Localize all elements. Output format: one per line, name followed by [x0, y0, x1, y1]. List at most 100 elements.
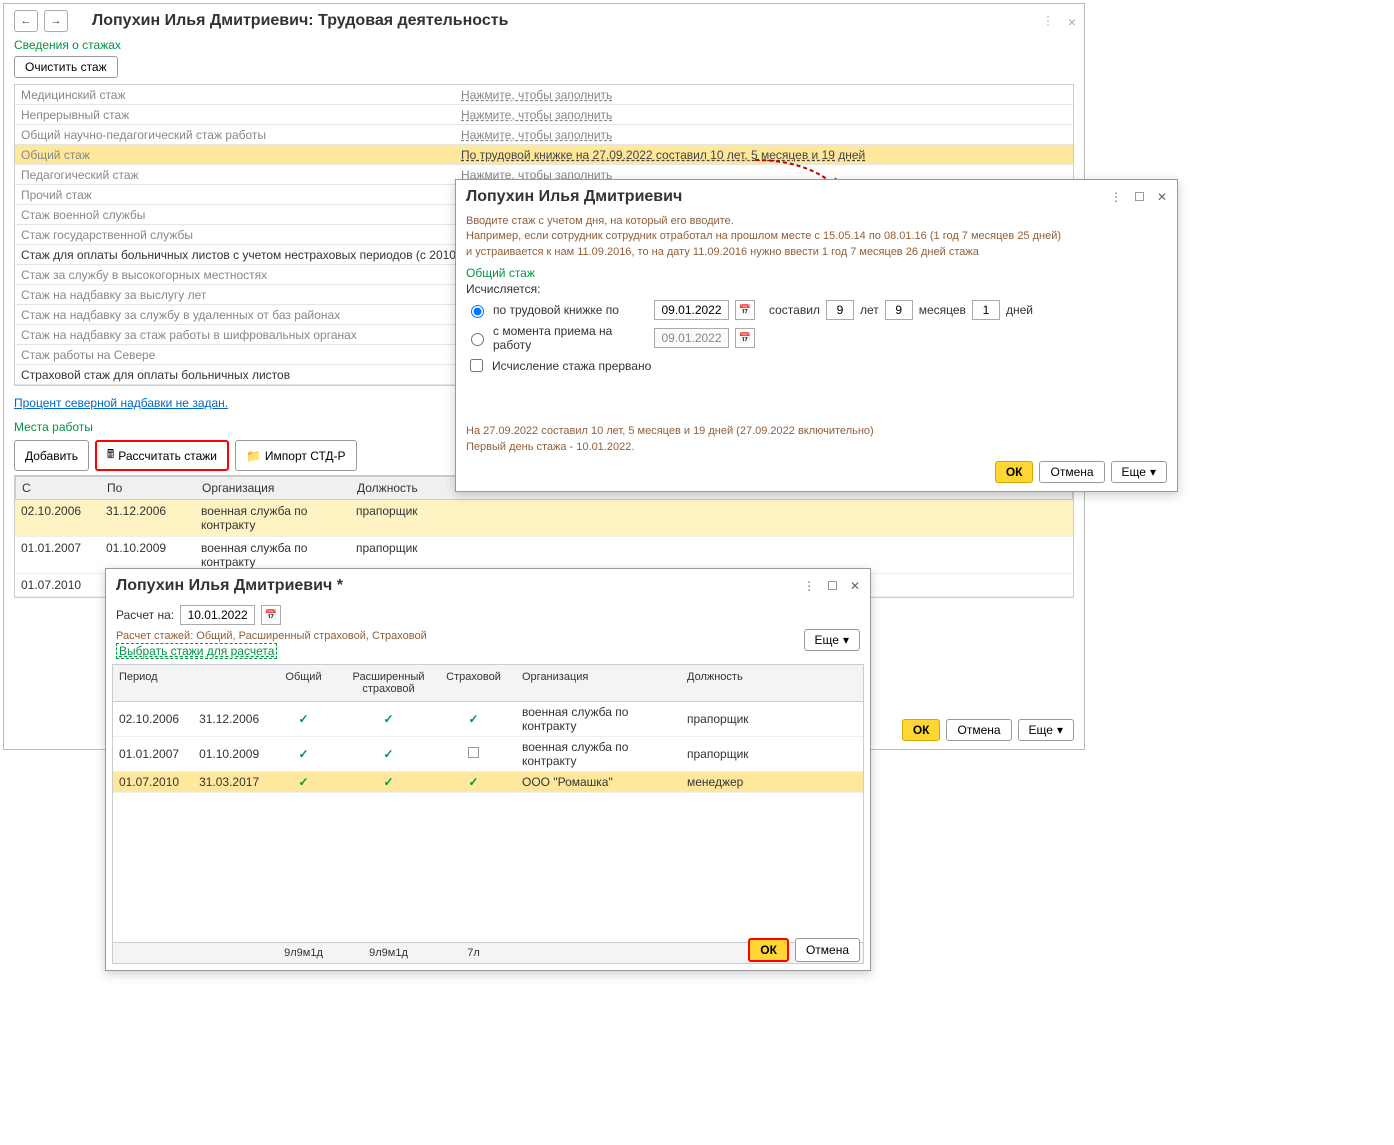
calc-on-label: Расчет на:: [116, 608, 174, 622]
footer-general: 9л9м1д: [261, 943, 346, 963]
interrupted-checkbox[interactable]: [470, 359, 483, 372]
cell-period: 01.01.200701.10.2009: [113, 744, 261, 764]
checkmark-icon[interactable]: ✓: [298, 712, 308, 726]
clear-stage-button[interactable]: Очистить стаж: [14, 56, 118, 78]
dialog1-title: Лопухин Илья Дмитриевич: [466, 188, 1110, 206]
add-job-button[interactable]: Добавить: [14, 440, 89, 471]
col-pos: Должность: [681, 665, 836, 701]
ok-button[interactable]: ОК: [902, 719, 941, 741]
cell: ✓: [431, 709, 516, 729]
dialog1-section: Общий стаж: [466, 260, 1167, 282]
cell-org: военная служба по контракту: [516, 702, 681, 736]
cell: [431, 744, 516, 764]
col-from: С: [16, 477, 101, 499]
stage-row[interactable]: Медицинский стажНажмите, чтобы заполнить: [15, 85, 1073, 105]
dialog1-cancel-button[interactable]: Отмена: [1039, 461, 1104, 483]
dialog2-more-icon[interactable]: ⋮: [803, 579, 815, 593]
job-row[interactable]: 02.10.200631.12.2006военная служба по ко…: [15, 500, 1073, 537]
dialog2-more-button[interactable]: Еще ▾: [804, 629, 860, 651]
years-label: лет: [860, 303, 879, 317]
col-to: По: [101, 477, 196, 499]
stage-value[interactable]: Нажмите, чтобы заполнить: [455, 108, 1073, 122]
stage-label: Стаж на надбавку за выслугу лет: [15, 288, 455, 302]
choose-stages-link[interactable]: Выбрать стажи для расчета: [116, 643, 277, 659]
cell-period: 02.10.200631.12.2006: [113, 709, 261, 729]
stage-row[interactable]: Непрерывный стажНажмите, чтобы заполнить: [15, 105, 1073, 125]
cell: 02.10.2006: [15, 500, 100, 536]
stage-value[interactable]: Нажмите, чтобы заполнить: [455, 128, 1073, 142]
calendar-icon[interactable]: 📅: [735, 300, 755, 320]
checkmark-icon[interactable]: ✓: [298, 775, 308, 789]
north-percent-link[interactable]: Процент северной надбавки не задан.: [14, 396, 228, 410]
nav-back-button[interactable]: ←: [14, 10, 38, 32]
more-icon[interactable]: ⋮: [1042, 14, 1054, 28]
years-input[interactable]: [826, 300, 854, 320]
cell: 01.01.2007: [15, 537, 100, 573]
dialog1-more-icon[interactable]: ⋮: [1110, 190, 1122, 204]
checkmark-icon[interactable]: ✓: [298, 747, 308, 761]
calc-row[interactable]: 01.01.200701.10.2009✓✓военная служба по …: [113, 737, 863, 772]
dialog1-header: Лопухин Илья Дмитриевич ⋮ ☐ ✕: [456, 180, 1177, 214]
cell: ✓: [261, 772, 346, 792]
calc-summary: Расчет стажей: Общий, Расширенный страхо…: [116, 629, 427, 644]
cancel-button[interactable]: Отмена: [946, 719, 1011, 741]
date-from-hire-input: [654, 328, 729, 348]
more-button[interactable]: Еще ▾: [1018, 719, 1074, 741]
stage-row[interactable]: Общий научно-педагогический стаж работыН…: [15, 125, 1073, 145]
dialog2-close-icon[interactable]: ✕: [850, 579, 860, 593]
date-by-book-input[interactable]: [654, 300, 729, 320]
dialog1-close-icon[interactable]: ✕: [1157, 190, 1167, 204]
stage-row[interactable]: Общий стажПо трудовой книжке на 27.09.20…: [15, 145, 1073, 165]
chevron-down-icon: ▾: [1057, 723, 1063, 737]
calc-on-date-input[interactable]: [180, 605, 255, 625]
calc-row[interactable]: 01.07.201031.03.2017✓✓✓ООО "Ромашка"мене…: [113, 772, 863, 793]
stage-label: Общий стаж: [15, 148, 455, 162]
stage-label: Стаж для оплаты больничных листов с учет…: [15, 248, 455, 262]
radio-by-book[interactable]: [471, 305, 484, 318]
cell: ✓: [346, 709, 431, 729]
stage-label: Страховой стаж для оплаты больничных лис…: [15, 368, 455, 382]
empty-checkbox[interactable]: [468, 747, 479, 758]
cell-pos: менеджер: [681, 772, 836, 792]
checkmark-icon[interactable]: ✓: [383, 747, 393, 761]
import-std-button[interactable]: 📁 Импорт СТД-Р: [235, 440, 357, 471]
col-extended: Расширенный страховой: [346, 665, 431, 701]
dialog1-maximize-icon[interactable]: ☐: [1134, 190, 1145, 204]
chevron-down-icon: ▾: [1150, 465, 1156, 479]
months-input[interactable]: [885, 300, 913, 320]
checkmark-icon[interactable]: ✓: [383, 712, 393, 726]
checkmark-icon[interactable]: ✓: [383, 775, 393, 789]
chevron-down-icon: ▾: [843, 633, 849, 647]
dialog2-cancel-button[interactable]: Отмена: [795, 938, 860, 962]
checkmark-icon[interactable]: ✓: [468, 712, 478, 726]
cell: ✓: [346, 772, 431, 792]
cell-pos: прапорщик: [681, 744, 836, 764]
calendar-icon[interactable]: 📅: [261, 605, 281, 625]
nav-forward-button[interactable]: →: [44, 10, 68, 32]
stages-section-title: Сведения о стажах: [4, 38, 1084, 54]
status-line-1: На 27.09.2022 составил 10 лет, 5 месяцев…: [466, 424, 1167, 439]
col-org: Организация: [196, 477, 351, 499]
cell: ✓: [261, 744, 346, 764]
main-footer: ОК Отмена Еще ▾: [902, 719, 1074, 741]
calculate-stages-button[interactable]: 🖩 Рассчитать стажи: [95, 440, 229, 471]
status-line-2: Первый день стажа - 10.01.2022.: [466, 440, 1167, 455]
dialog1-ok-button[interactable]: ОК: [995, 461, 1034, 483]
col-org: Организация: [516, 665, 681, 701]
dialog1-more-button[interactable]: Еще ▾: [1111, 461, 1167, 483]
hint-line-1: Вводите стаж с учетом дня, на который ег…: [466, 214, 1167, 229]
checkmark-icon[interactable]: ✓: [468, 775, 478, 789]
dialog2-maximize-icon[interactable]: ☐: [827, 579, 838, 593]
calc-table-header: Период Общий Расширенный страховой Страх…: [113, 665, 863, 702]
calc-row[interactable]: 02.10.200631.12.2006 ✓ ✓ ✓ военная служба по…: [113, 702, 863, 737]
stage-label: Стаж военной службы: [15, 208, 455, 222]
dialog2-ok-button[interactable]: ОК: [748, 938, 789, 962]
footer-insurance: 7л: [431, 943, 516, 963]
calc-table: Период Общий Расширенный страховой Страх…: [112, 664, 864, 964]
hint-line-2: Например, если сотрудник сотрудник отраб…: [466, 229, 1167, 244]
stage-label: Непрерывный стаж: [15, 108, 455, 122]
close-icon[interactable]: ×: [1068, 14, 1076, 30]
radio-from-hire[interactable]: [471, 333, 484, 346]
stage-value[interactable]: Нажмите, чтобы заполнить: [455, 88, 1073, 102]
days-input[interactable]: [972, 300, 1000, 320]
